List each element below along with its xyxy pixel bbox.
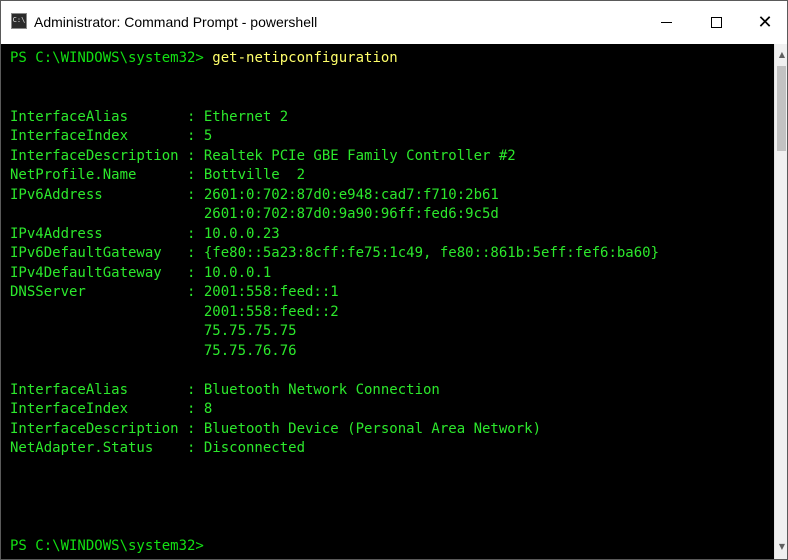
scroll-up-icon[interactable]: ▲ xyxy=(777,50,787,60)
command-line: PS C:\WINDOWS\system32> get-netipconfigu… xyxy=(10,49,774,69)
output-line: NetProfile.Name : Bottville 2 xyxy=(10,167,306,183)
console-window: C:\ Administrator: Command Prompt - powe… xyxy=(0,0,788,560)
output-line: InterfaceIndex : 8 xyxy=(10,401,213,417)
output-line: InterfaceIndex : 5 xyxy=(10,128,213,144)
close-icon: ✕ xyxy=(757,11,773,33)
command-output: InterfaceAlias : Ethernet 2 InterfaceInde… xyxy=(10,69,774,537)
output-line: InterfaceAlias : Bluetooth Network Conne… xyxy=(10,381,440,398)
minimize-icon xyxy=(660,22,672,23)
prompt-text: PS C:\WINDOWS\system32> xyxy=(10,50,213,66)
command-text: get-netipconfiguration xyxy=(212,50,398,66)
output-line: InterfaceAlias : Ethernet 2 xyxy=(10,108,289,125)
cmd-icon[interactable]: C:\ xyxy=(11,13,27,29)
output-line: IPv4DefaultGateway : 10.0.0.1 xyxy=(10,264,272,281)
minimize-button[interactable] xyxy=(643,1,689,44)
output-line: InterfaceDescription : Realtek PCIe GBE … xyxy=(10,147,516,164)
output-line: 2001:558:feed::2 xyxy=(10,303,339,320)
output-line: 75.75.75.75 xyxy=(10,323,297,339)
scroll-thumb[interactable] xyxy=(777,66,786,151)
vertical-scrollbar[interactable]: ▲ ▼ xyxy=(774,44,787,559)
title-bar[interactable]: C:\ Administrator: Command Prompt - powe… xyxy=(1,1,787,44)
scroll-down-icon[interactable]: ▼ xyxy=(777,542,787,552)
maximize-button[interactable] xyxy=(693,1,739,44)
output-line: 75.75.76.76 xyxy=(10,342,297,359)
console-output-area[interactable]: PS C:\WINDOWS\system32> get-netipconfigu… xyxy=(1,44,774,559)
output-line: IPv6Address : 2601:0:702:87d0:e948:cad7:… xyxy=(10,186,499,203)
output-line: InterfaceDescription : Bluetooth Device … xyxy=(10,420,542,437)
output-line: IPv6DefaultGateway : {fe80::5a23:8cff:fe… xyxy=(10,245,660,261)
output-line: DNSServer : 2001:558:feed::1 xyxy=(10,284,339,300)
output-line: IPv4Address : 10.0.0.23 xyxy=(10,225,280,242)
final-prompt[interactable]: PS C:\WINDOWS\system32> xyxy=(10,537,774,557)
output-line: NetAdapter.Status : Disconnected xyxy=(10,440,306,456)
close-button[interactable]: ✕ xyxy=(742,1,787,44)
window-title: Administrator: Command Prompt - powershe… xyxy=(34,14,318,30)
output-line: 2601:0:702:87d0:9a90:96ff:fed6:9c5d xyxy=(10,206,499,222)
maximize-icon xyxy=(710,17,722,28)
